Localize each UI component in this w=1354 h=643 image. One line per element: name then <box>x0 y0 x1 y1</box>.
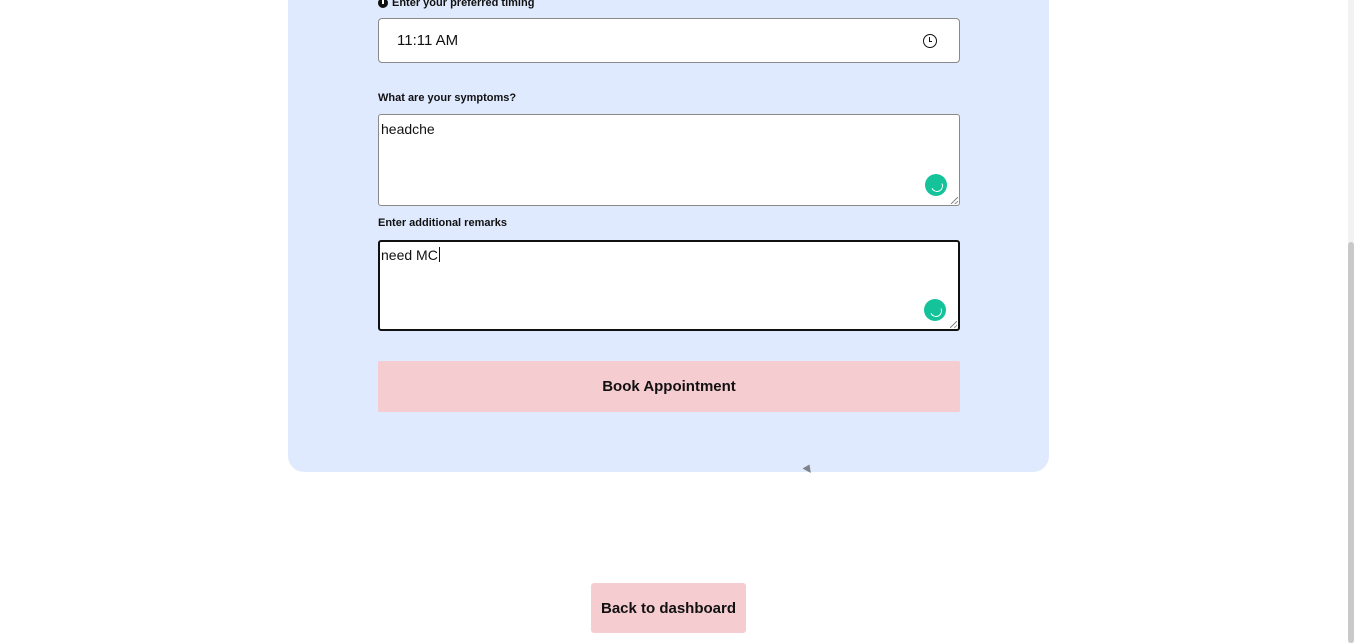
symptoms-label-text: What are your symptoms? <box>378 92 517 104</box>
text-caret <box>438 247 440 262</box>
time-input-value: 11:11 AM <box>397 32 459 49</box>
book-appointment-button[interactable]: Book Appointment <box>378 361 960 412</box>
grammarly-icon[interactable] <box>925 174 947 196</box>
timing-label: Enter your preferred timing <box>378 0 534 9</box>
symptoms-label: What are your symptoms? <box>378 92 516 104</box>
clock-icon <box>378 0 388 8</box>
remarks-label: Enter additional remarks <box>378 217 507 229</box>
symptoms-textarea-value: headche <box>381 121 435 137</box>
time-picker-clock-icon[interactable] <box>923 34 937 48</box>
resize-grip-icon[interactable] <box>950 321 957 328</box>
remarks-label-text: Enter additional remarks <box>378 217 507 229</box>
time-input[interactable]: 11:11 AM <box>378 18 960 63</box>
back-to-dashboard-button[interactable]: Back to dashboard <box>591 583 746 633</box>
grammarly-icon[interactable] <box>924 299 946 321</box>
resize-grip-icon[interactable] <box>951 197 958 204</box>
remarks-textarea[interactable]: need MC <box>378 240 960 331</box>
symptoms-textarea[interactable]: headche <box>378 114 960 206</box>
page-scrollbar[interactable] <box>1348 0 1354 643</box>
timing-label-text: Enter your preferred timing <box>392 0 535 9</box>
remarks-textarea-value: need MC <box>381 247 438 263</box>
scrollbar-thumb[interactable] <box>1348 242 1354 643</box>
